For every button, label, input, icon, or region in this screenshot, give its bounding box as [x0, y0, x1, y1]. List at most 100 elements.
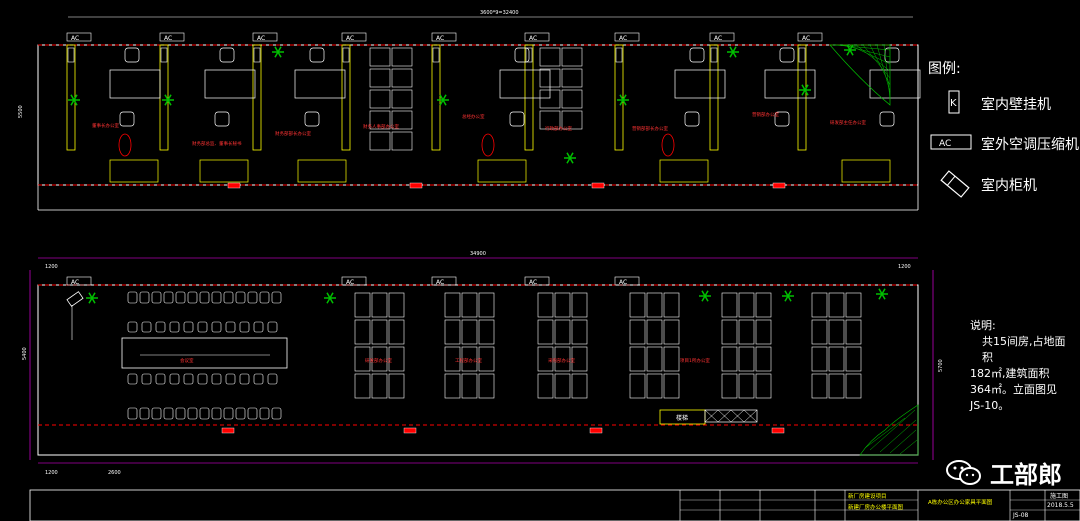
hatch-line	[834, 44, 891, 51]
workstation	[646, 373, 663, 399]
workstation	[371, 373, 388, 399]
chair	[267, 321, 278, 333]
workstation	[371, 319, 388, 345]
workstation	[811, 373, 828, 399]
chair	[247, 407, 258, 420]
workstation	[478, 319, 495, 345]
notes-block: 说明: 共15间房,占地面积 182㎡,建筑面积 364㎡。立面图见 JS-10…	[970, 318, 1070, 414]
chair	[183, 321, 194, 333]
bottom-floor-plan: 34900 1200 1200 1200 2600 5400 5700 AC AC…	[22, 251, 944, 476]
plant-leaf	[878, 293, 883, 300]
workstation	[554, 319, 571, 345]
chair	[127, 373, 138, 385]
workstation	[755, 346, 772, 372]
ac-tag: AC	[346, 279, 354, 286]
bottom-dim-right: 1200	[898, 264, 911, 270]
chair	[127, 291, 138, 304]
sofa	[297, 159, 347, 183]
plant-leaf	[326, 292, 331, 299]
workstation	[629, 292, 646, 318]
sofa	[477, 159, 527, 183]
top-room-label-0: 董事长办公室	[92, 122, 119, 129]
workstation	[845, 292, 862, 318]
workstation	[539, 47, 561, 67]
coffee-table	[481, 133, 495, 157]
chair	[169, 373, 180, 385]
plant-leaf	[804, 89, 809, 96]
workstation	[554, 292, 571, 318]
legend-title: 图例:	[928, 61, 961, 77]
notes-line-3: 364㎡。立面图见	[970, 383, 1057, 396]
workstation	[811, 292, 828, 318]
workstation	[629, 373, 646, 399]
workstation	[369, 47, 391, 67]
plant-leaf	[804, 84, 809, 91]
top-room-label-3: 财务人事部办公室	[363, 123, 399, 130]
chair	[211, 407, 222, 420]
ac-tag: AC	[714, 35, 722, 42]
ac-tag: AC	[436, 35, 444, 42]
ac-tag: AC	[619, 279, 627, 286]
plant-leaf	[91, 297, 96, 304]
workstation	[444, 319, 461, 345]
chair	[271, 291, 282, 304]
plant-leaf	[329, 292, 334, 299]
workstation	[828, 346, 845, 372]
workstation	[663, 373, 680, 399]
workstation	[811, 346, 828, 372]
plant-leaf	[442, 94, 447, 101]
tb-sheet: JS-08	[1012, 512, 1029, 519]
chair	[199, 291, 210, 304]
workstation	[561, 68, 583, 88]
ac-tag: AC	[71, 279, 79, 286]
plant-leaf	[439, 99, 444, 106]
chair	[127, 321, 138, 333]
chair	[239, 321, 250, 333]
top-room-label-7: 营销部办公室	[752, 111, 779, 118]
plant-leaf	[91, 292, 96, 299]
workstation	[478, 292, 495, 318]
workstation	[738, 346, 755, 372]
workstation	[663, 292, 680, 318]
bottom-dim-bl-1: 1200	[45, 470, 58, 476]
plant-leaf	[732, 46, 737, 53]
workstation	[461, 292, 478, 318]
plant-leaf	[619, 99, 624, 106]
coffee-table	[118, 133, 132, 157]
chair	[175, 407, 186, 420]
workstation	[828, 319, 845, 345]
plant-leaf	[329, 297, 334, 304]
plant-leaf	[787, 290, 792, 297]
top-room-label-8: 研发部主任办公室	[830, 119, 866, 126]
chair	[779, 47, 795, 63]
workstation	[811, 319, 828, 345]
coffee-table	[661, 133, 675, 157]
bottom-room-label-3: 采购部办公室	[548, 357, 575, 364]
chair	[684, 111, 700, 127]
chair	[211, 291, 222, 304]
workstation	[629, 319, 646, 345]
chair	[514, 47, 530, 63]
workstation	[845, 346, 862, 372]
workstation	[554, 373, 571, 399]
bottom-overall-dimension: 34900	[470, 251, 486, 257]
chair	[259, 407, 270, 420]
chair	[199, 407, 210, 420]
plant-leaf	[619, 94, 624, 101]
chair	[141, 373, 152, 385]
plant-leaf	[878, 288, 883, 295]
chair	[211, 321, 222, 333]
workstation	[738, 319, 755, 345]
workstation	[629, 346, 646, 372]
chair	[119, 111, 135, 127]
watermark: 工部郎	[946, 455, 1062, 490]
workstation	[646, 346, 663, 372]
door-marker	[591, 182, 605, 189]
workstation	[444, 292, 461, 318]
workstation	[369, 131, 391, 151]
top-room-label-6: 营销部部长办公室	[632, 125, 668, 132]
hatch-line	[876, 44, 891, 93]
workstation	[828, 292, 845, 318]
workstation	[663, 319, 680, 345]
workstation	[721, 319, 738, 345]
